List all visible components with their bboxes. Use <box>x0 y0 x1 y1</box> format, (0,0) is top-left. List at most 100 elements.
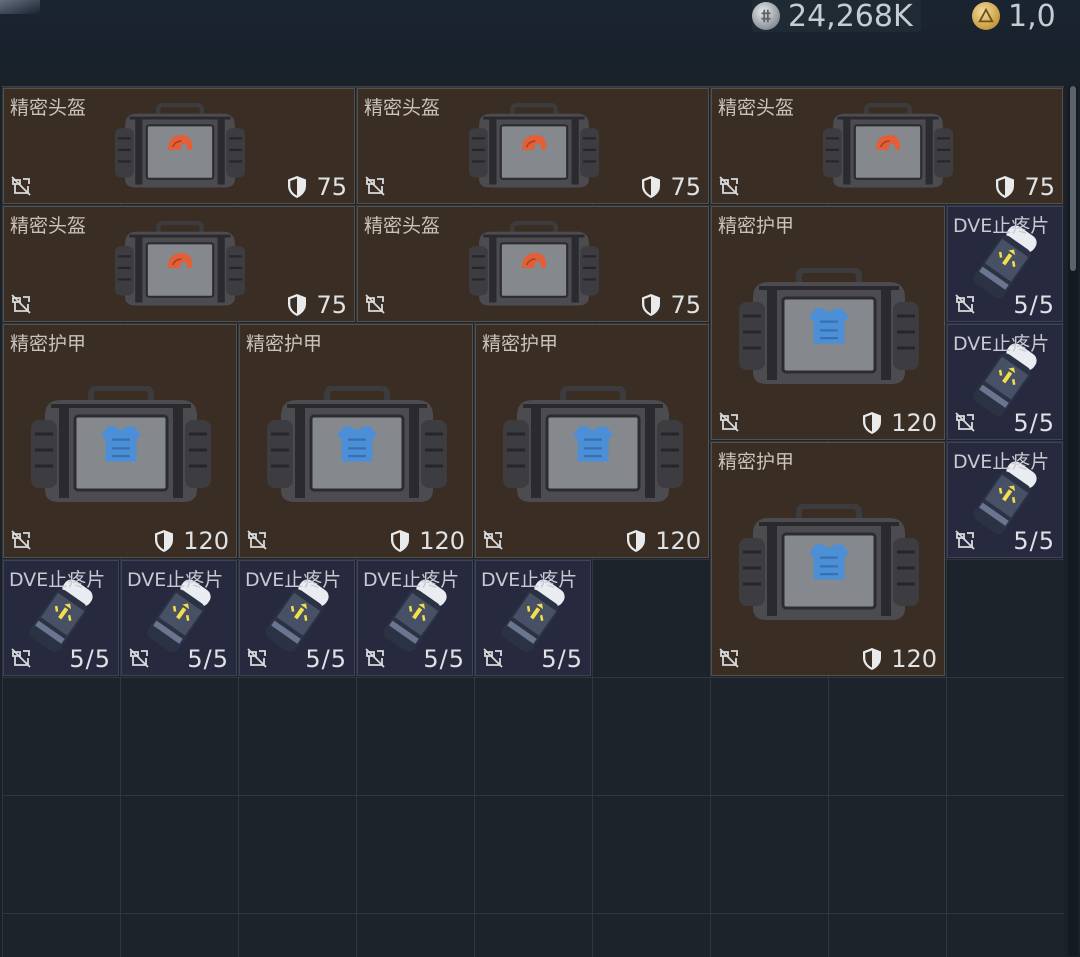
painkiller-item-slot[interactable]: DVE止疼片 5/5 <box>3 560 119 676</box>
scroll-thumb[interactable] <box>1070 86 1076 271</box>
item-name: 精密头盔 <box>364 215 441 237</box>
durability-text: 120 <box>891 645 937 673</box>
helmet-item-slot[interactable]: 精密头盔 75 <box>3 88 355 204</box>
helmet-item-slot[interactable]: 精密头盔 75 <box>357 206 709 322</box>
uses-count: 5/5 <box>1013 291 1055 319</box>
uses-text: 5/5 <box>1013 291 1055 319</box>
durability-text: 75 <box>670 291 701 319</box>
helmet-item-slot[interactable]: 精密头盔 75 <box>711 88 1063 204</box>
painkiller-item-slot[interactable]: DVE止疼片 5/5 <box>947 324 1063 440</box>
helmet-bag-icon <box>115 103 245 195</box>
item-name: 精密护甲 <box>10 333 87 355</box>
no-trade-icon <box>128 647 150 669</box>
uses-count: 5/5 <box>1013 409 1055 437</box>
shield-icon <box>286 175 308 199</box>
armor-bag-icon <box>739 268 919 392</box>
uses-text: 5/5 <box>187 645 229 673</box>
no-trade-icon <box>364 293 386 315</box>
item-name: 精密护甲 <box>718 451 795 473</box>
painkiller-item-slot[interactable]: DVE止疼片 5/5 <box>947 442 1063 558</box>
uses-text: 5/5 <box>305 645 347 673</box>
stash-scrollbar[interactable] <box>1068 86 1078 956</box>
no-trade-icon <box>246 529 268 551</box>
uses-text: 5/5 <box>1013 527 1055 555</box>
helmet-bag-icon <box>115 221 245 313</box>
helmet-item-slot[interactable]: 精密头盔 75 <box>3 206 355 322</box>
uses-count: 5/5 <box>423 645 465 673</box>
no-trade-icon <box>364 647 386 669</box>
no-trade-icon <box>482 529 504 551</box>
painkiller-item-slot[interactable]: DVE止疼片 5/5 <box>357 560 473 676</box>
helmet-bag-icon <box>469 221 599 313</box>
item-name: 精密头盔 <box>10 97 87 119</box>
uses-count: 5/5 <box>69 645 111 673</box>
no-trade-icon <box>10 293 32 315</box>
item-name: 精密护甲 <box>718 215 795 237</box>
durability-value: 75 <box>640 173 701 201</box>
armor-item-slot[interactable]: 精密护甲 120 <box>711 206 945 440</box>
durability-text: 120 <box>183 527 229 555</box>
no-trade-icon <box>954 411 976 433</box>
painkiller-item-slot[interactable]: DVE止疼片 5/5 <box>947 206 1063 322</box>
uses-text: 5/5 <box>69 645 111 673</box>
armor-item-slot[interactable]: 精密护甲 120 <box>475 324 709 558</box>
shield-icon <box>389 529 411 553</box>
currency-primary: 24,268K <box>752 0 921 34</box>
item-name: DVE止疼片 <box>245 569 342 591</box>
item-name: 精密头盔 <box>718 97 795 119</box>
uses-count: 5/5 <box>541 645 583 673</box>
durability-value: 120 <box>861 409 937 437</box>
painkiller-item-slot[interactable]: DVE止疼片 5/5 <box>475 560 591 676</box>
no-trade-icon <box>10 647 32 669</box>
no-trade-icon <box>954 293 976 315</box>
armor-item-slot[interactable]: 精密护甲 120 <box>3 324 237 558</box>
item-name: 精密头盔 <box>364 97 441 119</box>
painkiller-item-slot[interactable]: DVE止疼片 5/5 <box>239 560 355 676</box>
armor-item-slot[interactable]: 精密护甲 120 <box>239 324 473 558</box>
uses-text: 5/5 <box>541 645 583 673</box>
durability-value: 75 <box>286 173 347 201</box>
item-name: DVE止疼片 <box>127 569 224 591</box>
no-trade-icon <box>482 647 504 669</box>
helmet-item-slot[interactable]: 精密头盔 75 <box>357 88 709 204</box>
no-trade-icon <box>10 529 32 551</box>
currency-primary-value: 24,268K <box>788 0 913 34</box>
shield-icon <box>286 293 308 317</box>
durability-value: 120 <box>861 645 937 673</box>
durability-value: 120 <box>153 527 229 555</box>
durability-text: 75 <box>1024 173 1055 201</box>
shield-icon <box>153 529 175 553</box>
item-name: DVE止疼片 <box>363 569 460 591</box>
item-name: DVE止疼片 <box>481 569 578 591</box>
currency-secondary-value: 1,0 <box>1008 0 1056 34</box>
armor-bag-icon <box>267 386 447 510</box>
no-trade-icon <box>718 175 740 197</box>
no-trade-icon <box>718 411 740 433</box>
durability-text: 75 <box>670 173 701 201</box>
item-name: DVE止疼片 <box>953 451 1050 473</box>
item-name: DVE止疼片 <box>9 569 106 591</box>
uses-count: 5/5 <box>187 645 229 673</box>
uses-count: 5/5 <box>305 645 347 673</box>
item-name: 精密头盔 <box>10 215 87 237</box>
item-name: DVE止疼片 <box>953 215 1050 237</box>
armor-bag-icon <box>503 386 683 510</box>
top-bar: 24,268K 1,0 <box>0 0 1080 78</box>
no-trade-icon <box>10 175 32 197</box>
item-name: DVE止疼片 <box>953 333 1050 355</box>
item-name: 精密护甲 <box>246 333 323 355</box>
shield-icon <box>625 529 647 553</box>
no-trade-icon <box>718 647 740 669</box>
durability-text: 75 <box>316 291 347 319</box>
shield-icon <box>861 411 883 435</box>
uses-count: 5/5 <box>1013 527 1055 555</box>
uses-text: 5/5 <box>1013 409 1055 437</box>
silver-coin-icon <box>752 2 780 30</box>
durability-text: 120 <box>419 527 465 555</box>
shield-icon <box>861 647 883 671</box>
durability-value: 75 <box>994 173 1055 201</box>
painkiller-item-slot[interactable]: DVE止疼片 5/5 <box>121 560 237 676</box>
armor-bag-icon <box>739 504 919 628</box>
durability-value: 75 <box>286 291 347 319</box>
armor-item-slot[interactable]: 精密护甲 120 <box>711 442 945 676</box>
